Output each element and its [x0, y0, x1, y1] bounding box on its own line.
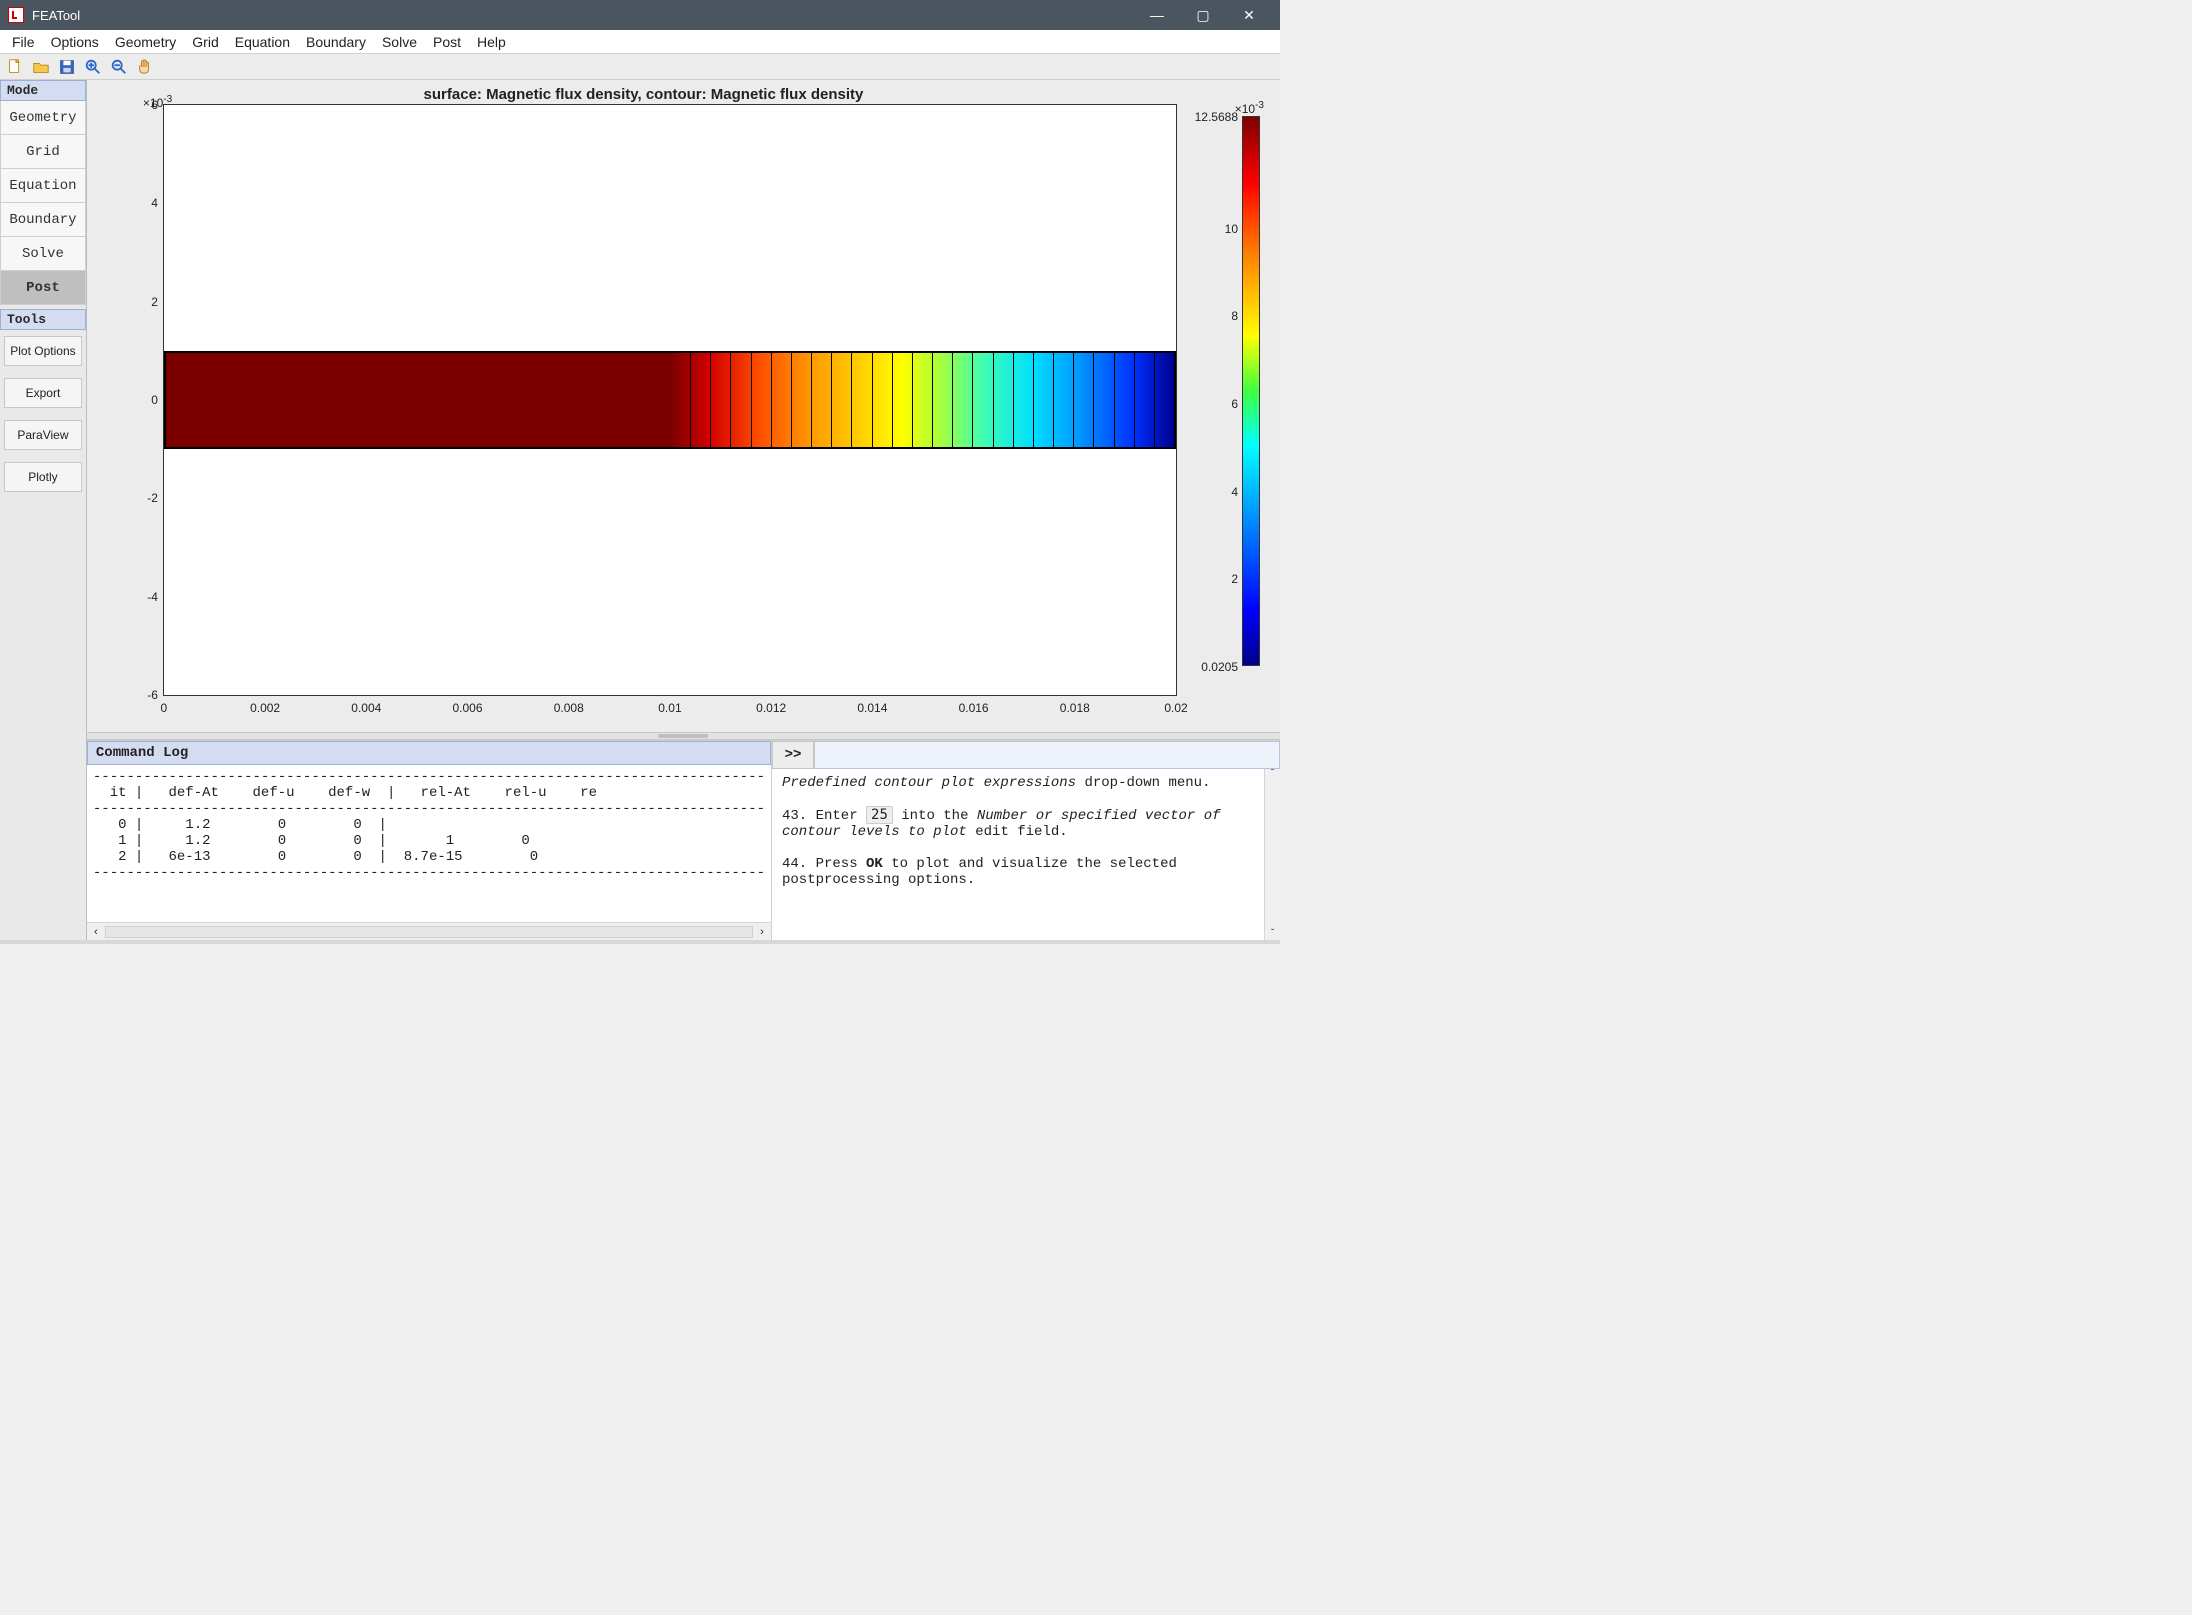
command-log-hscrollbar[interactable]: ‹ ›	[87, 922, 771, 940]
y-tick: -2	[124, 491, 158, 505]
horizontal-splitter[interactable]	[87, 732, 1280, 740]
x-tick: 0.004	[351, 701, 381, 715]
save-file-icon[interactable]	[56, 56, 78, 78]
paraview-button[interactable]: ParaView	[4, 420, 82, 450]
instructions-line-1: Predefined contour plot expressions drop…	[782, 775, 1270, 791]
window-title: FEATool	[32, 8, 1134, 23]
x-tick: 0.012	[756, 701, 786, 715]
x-tick: 0.006	[453, 701, 483, 715]
mode-post[interactable]: Post	[0, 271, 86, 305]
content-column: surface: Magnetic flux density, contour:…	[87, 80, 1280, 940]
command-log-header: Command Log	[87, 741, 771, 765]
instructions-step-43: 43. Enter 25 into the Number or specifie…	[782, 807, 1270, 840]
pan-icon[interactable]	[134, 56, 156, 78]
y-tick: 2	[124, 295, 158, 309]
new-file-icon[interactable]	[4, 56, 26, 78]
x-tick: 0.008	[554, 701, 584, 715]
colorbar-multiplier: ×10-3	[1235, 100, 1264, 116]
plot-area[interactable]: surface: Magnetic flux density, contour:…	[95, 86, 1272, 724]
x-tick: 0.014	[857, 701, 887, 715]
scroll-right-icon[interactable]: ›	[753, 926, 771, 938]
close-button[interactable]: ✕	[1226, 0, 1272, 30]
instructions-panel: >> Predefined contour plot expressions d…	[772, 741, 1280, 940]
plotly-button[interactable]: Plotly	[4, 462, 82, 492]
plot-options-button[interactable]: Plot Options	[4, 336, 82, 366]
menu-grid[interactable]: Grid	[184, 32, 226, 52]
menu-solve[interactable]: Solve	[374, 32, 425, 52]
app-icon	[8, 7, 24, 23]
x-tick: 0	[161, 701, 168, 715]
y-tick: 4	[124, 196, 158, 210]
colorbar-tick: 4	[1231, 485, 1238, 499]
prompt-input[interactable]	[814, 741, 1280, 769]
scroll-down-icon[interactable]: ˇ	[1269, 929, 1275, 940]
menu-equation[interactable]: Equation	[227, 32, 298, 52]
command-log-body[interactable]: ----------------------------------------…	[87, 765, 771, 922]
colorbar-min-label: 0.0205	[1201, 660, 1238, 674]
splitter-grip-icon	[658, 734, 708, 738]
instructions-step-44: 44. Press OK to plot and visualize the s…	[782, 856, 1270, 888]
export-button[interactable]: Export	[4, 378, 82, 408]
statusbar	[0, 940, 1280, 944]
window-titlebar: FEATool — ▢ ✕	[0, 0, 1280, 30]
maximize-button[interactable]: ▢	[1180, 0, 1226, 30]
chart-axes[interactable]: -6-4-2024600.0020.0040.0060.0080.010.012…	[163, 104, 1177, 696]
x-tick: 0.01	[658, 701, 681, 715]
y-tick: -6	[124, 688, 158, 702]
menu-post[interactable]: Post	[425, 32, 469, 52]
mode-header: Mode	[0, 80, 86, 101]
x-tick: 0.018	[1060, 701, 1090, 715]
menu-geometry[interactable]: Geometry	[107, 32, 184, 52]
y-tick: -4	[124, 590, 158, 604]
side-panel: Mode Geometry Grid Equation Boundary Sol…	[0, 80, 87, 940]
x-tick: 0.02	[1164, 701, 1187, 715]
mode-grid[interactable]: Grid	[0, 135, 86, 169]
open-file-icon[interactable]	[30, 56, 52, 78]
menu-file[interactable]: File	[4, 32, 43, 52]
y-tick: 0	[124, 393, 158, 407]
colorbar	[1242, 116, 1260, 666]
y-tick: 6	[124, 98, 158, 112]
toolbar	[0, 54, 1280, 80]
minimize-button[interactable]: —	[1134, 0, 1180, 30]
scroll-track[interactable]	[105, 926, 753, 938]
mode-boundary[interactable]: Boundary	[0, 203, 86, 237]
menu-boundary[interactable]: Boundary	[298, 32, 374, 52]
mode-solve[interactable]: Solve	[0, 237, 86, 271]
scroll-left-icon[interactable]: ‹	[87, 926, 105, 938]
tools-header: Tools	[0, 309, 86, 330]
chart-title: surface: Magnetic flux density, contour:…	[95, 86, 1192, 103]
mode-equation[interactable]: Equation	[0, 169, 86, 203]
menu-options[interactable]: Options	[43, 32, 107, 52]
main-area: Mode Geometry Grid Equation Boundary Sol…	[0, 80, 1280, 940]
colorbar-tick: 10	[1225, 222, 1238, 236]
colorbar-tick: 6	[1231, 397, 1238, 411]
zoom-out-icon[interactable]	[108, 56, 130, 78]
prompt-button[interactable]: >>	[772, 741, 814, 769]
scroll-up-icon[interactable]: ˆ	[1269, 769, 1275, 780]
zoom-in-icon[interactable]	[82, 56, 104, 78]
instructions-vscrollbar[interactable]: ˆ ˇ	[1264, 769, 1280, 940]
x-tick: 0.002	[250, 701, 280, 715]
plot-panel: surface: Magnetic flux density, contour:…	[87, 80, 1280, 732]
colorbar-tick: 8	[1231, 309, 1238, 323]
window-buttons: — ▢ ✕	[1134, 0, 1272, 30]
bottom-panels: Command Log ----------------------------…	[87, 740, 1280, 940]
mode-geometry[interactable]: Geometry	[0, 101, 86, 135]
solution-domain	[164, 351, 1176, 449]
prompt-row: >>	[772, 741, 1280, 769]
instructions-body[interactable]: Predefined contour plot expressions drop…	[772, 769, 1280, 940]
x-tick: 0.016	[959, 701, 989, 715]
colorbar-max-label: 12.5688	[1195, 110, 1238, 124]
menubar: File Options Geometry Grid Equation Boun…	[0, 30, 1280, 54]
command-log-panel: Command Log ----------------------------…	[87, 741, 772, 940]
colorbar-tick: 2	[1231, 572, 1238, 586]
menu-help[interactable]: Help	[469, 32, 514, 52]
